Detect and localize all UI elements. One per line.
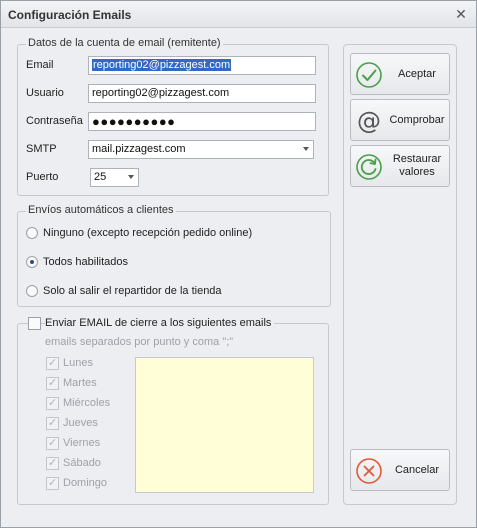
day-checkbox-martes[interactable]: ✓ [46, 377, 59, 390]
auto-send-legend: Envíos automáticos a clientes [26, 204, 176, 216]
smtp-label: SMTP [26, 143, 57, 155]
radio-none[interactable] [26, 227, 38, 239]
config-emails-window: Configuración Emails ✕ Datos de la cuent… [0, 0, 477, 528]
day-label-jueves: Jueves [63, 417, 98, 429]
window-title: Configuración Emails [8, 8, 132, 22]
cancel-button[interactable]: Cancelar [350, 449, 450, 491]
at-sign-icon: @ [357, 107, 381, 135]
svg-text:@: @ [357, 107, 381, 135]
day-label-viernes: Viernes [63, 437, 101, 449]
day-checkbox-jueves[interactable]: ✓ [46, 417, 59, 430]
day-label-lunes: Lunes [63, 357, 93, 369]
email-label: Email [26, 59, 54, 71]
test-button-label: Comprobar [389, 113, 445, 126]
cancel-button-label: Cancelar [394, 463, 440, 476]
port-select-value: 25 [94, 171, 107, 183]
user-input-value: reporting02@pizzagest.com [92, 87, 230, 99]
closing-email-checkbox-label[interactable]: Enviar EMAIL de cierre a los siguientes … [45, 317, 275, 329]
password-input[interactable]: ●●●●●●●●●● [88, 112, 316, 131]
radio-all-enabled-label[interactable]: Todos habilitados [43, 256, 128, 268]
x-circle-icon [356, 458, 382, 484]
day-label-sabado: Sábado [63, 457, 101, 469]
chevron-down-icon [303, 147, 309, 151]
closing-emails-textarea[interactable] [135, 357, 314, 493]
restore-button[interactable]: Restaurar valores [350, 145, 450, 187]
email-input[interactable]: reporting02@pizzagest.com [88, 56, 316, 75]
smtp-select[interactable]: mail.pizzagest.com [88, 140, 314, 159]
email-input-value: reporting02@pizzagest.com [92, 59, 232, 71]
close-icon[interactable]: ✕ [453, 6, 469, 22]
password-label: Contraseña [26, 115, 83, 127]
title-bar: Configuración Emails ✕ [1, 1, 476, 28]
port-select[interactable]: 25 [90, 168, 139, 187]
sender-account-legend: Datos de la cuenta de email (remitente) [26, 37, 223, 49]
radio-on-delivery[interactable] [26, 285, 38, 297]
closing-email-checkbox[interactable] [28, 317, 41, 330]
test-button[interactable]: @ Comprobar [350, 99, 450, 141]
smtp-select-value: mail.pizzagest.com [92, 143, 186, 155]
day-checkbox-domingo[interactable]: ✓ [46, 477, 59, 490]
check-circle-icon [356, 62, 382, 88]
day-label-miercoles: Miércoles [63, 397, 111, 409]
accept-button-label: Aceptar [398, 67, 436, 80]
day-checkbox-lunes[interactable]: ✓ [46, 357, 59, 370]
emails-hint: emails separados por punto y coma ";" [45, 336, 234, 348]
day-checkbox-sabado[interactable]: ✓ [46, 457, 59, 470]
password-input-value: ●●●●●●●●●● [92, 114, 176, 129]
radio-none-label[interactable]: Ninguno (excepto recepción pedido online… [43, 227, 252, 239]
day-checkbox-viernes[interactable]: ✓ [46, 437, 59, 450]
accept-button[interactable]: Aceptar [350, 53, 450, 95]
day-label-domingo: Domingo [63, 477, 108, 489]
chevron-down-icon [128, 175, 134, 179]
day-label-martes: Martes [63, 377, 97, 389]
radio-all-enabled[interactable] [26, 256, 38, 268]
user-label: Usuario [26, 87, 64, 99]
radio-on-delivery-label[interactable]: Solo al salir el repartidor de la tienda [43, 285, 222, 297]
day-checkbox-miercoles[interactable]: ✓ [46, 397, 59, 410]
user-input[interactable]: reporting02@pizzagest.com [88, 84, 316, 103]
refresh-circle-icon [356, 154, 382, 180]
port-label: Puerto [26, 171, 59, 183]
restore-button-label: Restaurar valores [392, 153, 442, 178]
